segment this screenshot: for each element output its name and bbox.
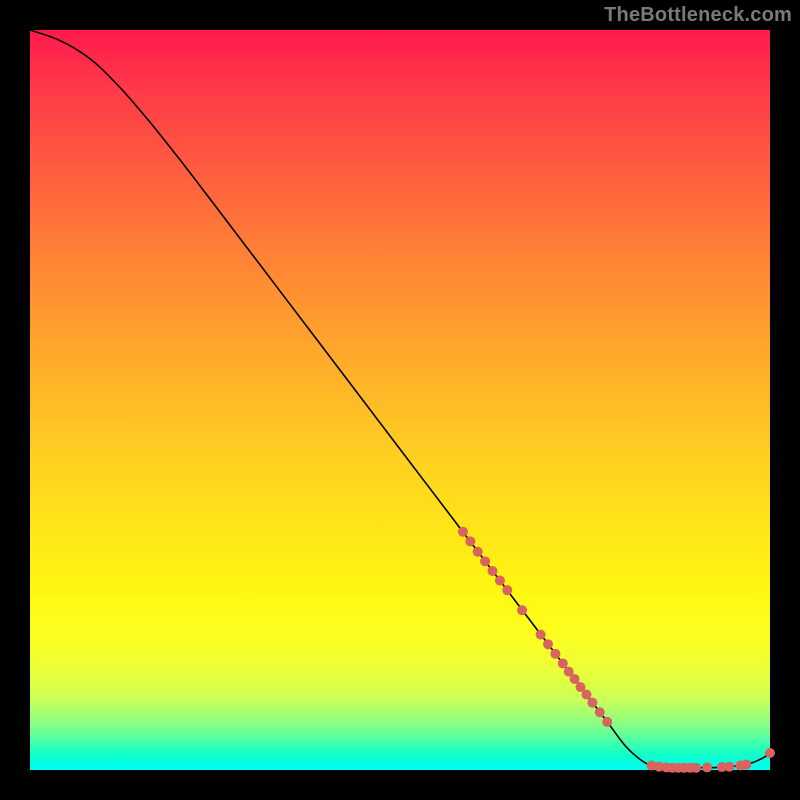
data-marker: [543, 639, 553, 649]
data-marker: [465, 536, 475, 546]
data-marker: [581, 690, 591, 700]
data-marker: [702, 762, 712, 772]
chart-stage: TheBottleneck.com: [0, 0, 800, 800]
data-marker: [602, 717, 612, 727]
data-marker: [587, 698, 597, 708]
data-marker: [536, 630, 546, 640]
data-marker: [595, 707, 605, 717]
data-marker: [480, 556, 490, 566]
data-marker: [691, 763, 701, 773]
data-marker: [458, 527, 468, 537]
data-marker: [724, 762, 734, 772]
data-marker: [765, 748, 775, 758]
attribution-text: TheBottleneck.com: [604, 4, 792, 27]
bottleneck-curve: [30, 30, 770, 768]
data-marker: [570, 674, 580, 684]
data-marker: [550, 649, 560, 659]
plot-svg: [30, 30, 770, 770]
data-marker: [495, 576, 505, 586]
data-marker: [473, 547, 483, 557]
data-marker: [741, 759, 751, 769]
data-markers: [458, 527, 775, 773]
data-marker: [517, 605, 527, 615]
data-marker: [558, 658, 568, 668]
data-marker: [502, 585, 512, 595]
data-marker: [488, 566, 498, 576]
plot-area: [30, 30, 770, 770]
